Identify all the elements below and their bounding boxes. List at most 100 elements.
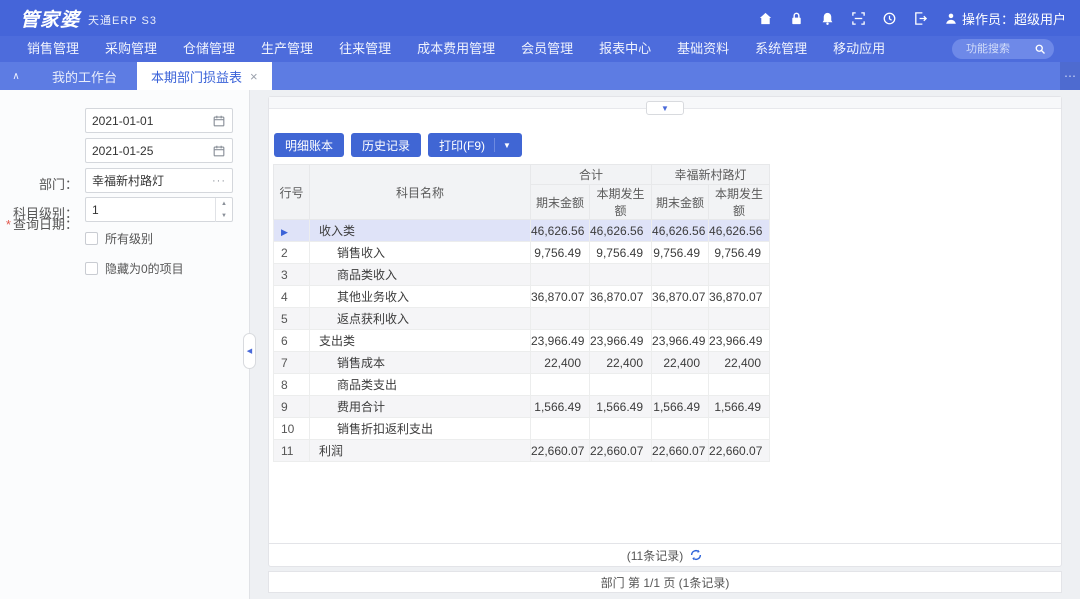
dept-input[interactable]	[92, 174, 212, 188]
dept-field[interactable]: ···	[85, 168, 233, 193]
detail-ledger-button[interactable]: 明细账本	[274, 133, 344, 157]
calendar-icon[interactable]	[212, 114, 226, 128]
scan-icon[interactable]	[851, 11, 866, 26]
subject-name-cell: 利润	[310, 440, 531, 462]
menu-item[interactable]: 移动应用	[820, 36, 898, 62]
bell-icon[interactable]	[820, 11, 835, 26]
menu-item[interactable]: 会员管理	[508, 36, 586, 62]
refresh-icon[interactable]	[689, 548, 703, 562]
menu-item[interactable]: 成本费用管理	[404, 36, 508, 62]
amount-cell: 46,626.56	[531, 220, 590, 242]
history-button[interactable]: 历史记录	[351, 133, 421, 157]
table-row[interactable]: 8商品类支出	[274, 374, 770, 396]
lock-icon[interactable]	[789, 11, 804, 26]
menu-item[interactable]: 销售管理	[14, 36, 92, 62]
amount-cell	[531, 264, 590, 286]
amount-cell	[531, 308, 590, 330]
table-row[interactable]: 3商品类收入	[274, 264, 770, 286]
report-toolbar: 明细账本 历史记录 打印(F9) ▼	[274, 133, 522, 157]
collapse-tabs-button[interactable]: ∧	[0, 62, 32, 90]
col-header-row-no[interactable]: 行号	[274, 165, 310, 220]
table-row[interactable]: 5返点获利收入	[274, 308, 770, 330]
expand-query-area-button[interactable]: ▼	[646, 101, 684, 115]
amount-cell: 9,756.49	[709, 242, 770, 264]
amount-cell: 22,660.07	[531, 440, 590, 462]
table-row[interactable]: 4其他业务收入36,870.0736,870.0736,870.0736,870…	[274, 286, 770, 308]
report-grid: 行号 科目名称 合计 幸福新村路灯 期末金额 本期发生额 期末金额 本期发生额 …	[273, 164, 770, 462]
search-icon[interactable]	[1034, 43, 1046, 55]
close-tab-icon[interactable]: ×	[250, 69, 258, 84]
amount-cell	[531, 418, 590, 440]
col-header-end-amount[interactable]: 期末金额	[652, 185, 709, 220]
menu-item[interactable]: 报表中心	[586, 36, 664, 62]
amount-cell: 23,966.49	[709, 330, 770, 352]
amount-cell: 9,756.49	[590, 242, 652, 264]
operator-info[interactable]: 操作员：超级用户	[944, 9, 1066, 28]
table-row[interactable]: 9费用合计1,566.491,566.491,566.491,566.49	[274, 396, 770, 418]
subject-name-cell: 销售收入	[310, 242, 531, 264]
all-levels-checkbox[interactable]: 所有级别	[85, 230, 153, 247]
subject-name-cell: 销售折扣返利支出	[310, 418, 531, 440]
tab-overflow-button[interactable]: ⋯	[1060, 62, 1080, 90]
table-row[interactable]: 10销售折扣返利支出	[274, 418, 770, 440]
date-to-input[interactable]	[92, 144, 212, 158]
menu-item[interactable]: 生产管理	[248, 36, 326, 62]
amount-cell	[709, 418, 770, 440]
col-header-period-amount[interactable]: 本期发生额	[709, 185, 770, 220]
amount-cell: 22,400	[590, 352, 652, 374]
dept-picker-icon[interactable]: ···	[212, 175, 226, 187]
amount-cell: 22,400	[531, 352, 590, 374]
level-label: 科目级别：	[0, 203, 78, 222]
table-row[interactable]: ▶收入类46,626.5646,626.5646,626.5646,626.56	[274, 220, 770, 242]
print-label: 打印(F9)	[439, 137, 485, 154]
amount-cell: 46,626.56	[590, 220, 652, 242]
date-from-field[interactable]	[85, 108, 233, 133]
table-row[interactable]: 11利润22,660.0722,660.0722,660.0722,660.07	[274, 440, 770, 462]
clock-icon[interactable]	[882, 11, 897, 26]
col-group-dept[interactable]: 幸福新村路灯	[652, 165, 770, 185]
collapse-filter-panel-handle[interactable]: ◀	[243, 333, 256, 369]
level-field[interactable]: ▲ ▼	[85, 197, 233, 222]
hide-zero-checkbox[interactable]: 隐藏为0的项目	[85, 260, 184, 277]
amount-cell: 36,870.07	[531, 286, 590, 308]
search-input[interactable]	[966, 43, 1034, 55]
amount-cell: 22,660.07	[709, 440, 770, 462]
pager-bar[interactable]: 部门 第 1/1 页 (1条记录)	[268, 571, 1062, 593]
table-body: ▶收入类46,626.5646,626.5646,626.5646,626.56…	[274, 220, 770, 462]
date-to-field[interactable]	[85, 138, 233, 163]
function-search[interactable]	[952, 39, 1054, 59]
col-group-total[interactable]: 合计	[531, 165, 652, 185]
subject-name-cell: 支出类	[310, 330, 531, 352]
amount-cell: 22,660.07	[590, 440, 652, 462]
menu-item[interactable]: 基础资料	[664, 36, 742, 62]
menu-item[interactable]: 往来管理	[326, 36, 404, 62]
tab-workbench[interactable]: 我的工作台	[32, 62, 137, 90]
level-input[interactable]	[92, 203, 211, 217]
spin-down-icon[interactable]: ▼	[216, 210, 232, 222]
table-row[interactable]: 2销售收入9,756.499,756.499,756.499,756.49	[274, 242, 770, 264]
row-number-cell: 3	[274, 264, 310, 286]
col-header-end-amount[interactable]: 期末金额	[531, 185, 590, 220]
calendar-icon[interactable]	[212, 144, 226, 158]
menu-item[interactable]: 采购管理	[92, 36, 170, 62]
user-icon	[944, 11, 958, 25]
menu-item[interactable]: 仓储管理	[170, 36, 248, 62]
home-icon[interactable]	[758, 11, 773, 26]
subject-name-cell: 商品类收入	[310, 264, 531, 286]
checkbox-label: 隐藏为0的项目	[105, 260, 184, 277]
logout-icon[interactable]	[913, 11, 928, 26]
amount-cell	[652, 264, 709, 286]
tab-dept-profit-report[interactable]: 本期部门损益表 ×	[137, 62, 272, 90]
col-header-period-amount[interactable]: 本期发生额	[590, 185, 652, 220]
table-row[interactable]: 6支出类23,966.4923,966.4923,966.4923,966.49	[274, 330, 770, 352]
spin-up-icon[interactable]: ▲	[216, 198, 232, 210]
table-row[interactable]: 7销售成本22,40022,40022,40022,400	[274, 352, 770, 374]
print-button[interactable]: 打印(F9) ▼	[428, 133, 522, 157]
amount-cell: 9,756.49	[652, 242, 709, 264]
col-header-subject[interactable]: 科目名称	[310, 165, 531, 220]
chevron-down-icon: ▼	[503, 141, 511, 150]
menu-item[interactable]: 系统管理	[742, 36, 820, 62]
amount-cell: 46,626.56	[652, 220, 709, 242]
date-from-input[interactable]	[92, 114, 212, 128]
chevron-left-icon: ◀	[247, 347, 252, 355]
